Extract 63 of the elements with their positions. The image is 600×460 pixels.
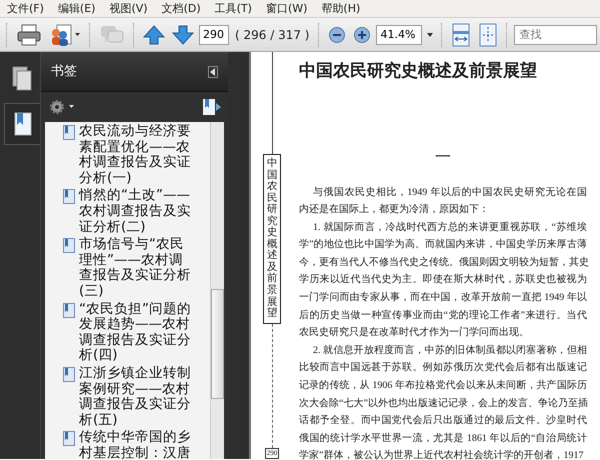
text-line: 与俄国农民史相比，1949 年以后的中国农民史研究无论在国 (312, 186, 587, 200)
down-arrow-icon (172, 24, 194, 46)
up-arrow-icon (143, 24, 165, 46)
bookmark-icon (63, 189, 75, 204)
left-triangle-icon (209, 66, 217, 76)
bookmark-item[interactable]: “农民负担”问题的发展趋势——农村调查报告及实证分析(四) (79, 302, 195, 364)
page-number-field[interactable]: 290 (199, 24, 229, 44)
collapse-panel-button[interactable] (208, 66, 218, 78)
options-button[interactable] (47, 97, 77, 117)
bookmark-item[interactable]: 市场信号与“农民理性”——农村调查报告及实证分析(三) (79, 237, 195, 300)
bookmark-arrow-icon (202, 98, 222, 116)
people-document-icon (49, 22, 81, 46)
text-line: 1. 就国际而言，冷战时代西方总的来讲更重视苏联，“苏维埃 (312, 220, 587, 235)
bookmark-page-icon (12, 111, 32, 137)
bookmark-item[interactable]: 农民流动与经济要素配置优化——农村调查报告及实证分析(一) (79, 124, 195, 186)
zoom-in-icon (353, 26, 372, 44)
text-line: 农民史研究只是在改革时代才作为一门学问而出现。 (299, 326, 530, 340)
zoom-menu-button[interactable] (425, 30, 436, 38)
text-line: 学历来以近代当代史为主。即使在斯大林时代，苏联史也被视为 (299, 272, 587, 288)
bookmark-icon (63, 431, 75, 446)
text-line: 次大会除“七大”以外也均出版速记记录，会上的发言、争论乃至插 (299, 396, 587, 411)
text-line: 后的历史当做一种宣传事业而由“党的理论工作者”来进行。当代 (299, 308, 587, 323)
text-line: 内还是在国际上，都更为冷清，原因如下： (299, 202, 490, 218)
bookmarks-tab[interactable] (4, 103, 40, 145)
bookmark-item[interactable]: 悄然的“土改”——农村调查报告及实证分析(二) (79, 188, 195, 236)
fit-page-icon (478, 22, 498, 46)
bookmark-item[interactable]: 传统中华帝国的乡村基层控制：汉唐 (79, 430, 195, 459)
text-line: 比较而言中国远甚于苏联。例如苏俄历次党代会后都有出版速记 (299, 360, 587, 376)
scrollbar-thumb[interactable] (211, 289, 224, 399)
pages-icon (12, 66, 32, 92)
text-line: 俄国的统计学水平世界一流，尤其是 1861 年以后的“自治局统计 (299, 432, 587, 446)
gear-icon (49, 99, 75, 115)
menu-item[interactable]: 窗口(W) (258, 0, 314, 17)
text-line: 一门学问而由专家从事，而在中国，改革开放前一直把 1949 年以 (299, 290, 587, 306)
fit-width-icon (451, 22, 472, 46)
bookmark-item[interactable]: 江浙乡镇企业转制案例研究——农村调查报告及实证分析(五) (79, 366, 195, 428)
text-line: 今，更有当代人不修当代史之传统。俄国则因文明较为短暂，其史 (299, 256, 587, 270)
menu-item[interactable]: 视图(V) (102, 0, 155, 17)
text-line: 学”的地位也比中国学为高。而就国内来讲，中国史学历来厚古薄 (299, 238, 587, 252)
panel-title: 书签 (51, 62, 77, 81)
spine-label: 中国农民研究史概述及前景展望 (263, 154, 281, 324)
search-field[interactable]: 查找 (514, 24, 597, 44)
menu-item[interactable]: 工具(T) (208, 0, 259, 17)
section-number: 一 (434, 148, 452, 168)
text-line: 记录的传统，从 1906 年布拉格党代会以来从未间断，共产国际历 (299, 378, 587, 394)
scrollbar[interactable] (210, 122, 224, 459)
bookmark-icon (63, 302, 75, 318)
printer-icon (16, 22, 42, 46)
bookmark-icon (63, 366, 75, 382)
menu-item[interactable]: 文件(F) (0, 0, 51, 17)
zoom-field[interactable]: 41.4% (376, 24, 422, 44)
text-line: 学家”群体，被公认为世界上近代农村社会统计学的开创者，1917 (299, 448, 584, 460)
zoom-out-icon (328, 26, 346, 44)
menu-item[interactable]: 编辑(E) (50, 0, 102, 17)
document-title: 中国农民研究史概述及前景展望 (299, 60, 538, 82)
page-count: ( 296 / 317 ) (234, 26, 310, 44)
bookmark-icon (63, 238, 75, 254)
bookmark-icon (63, 125, 75, 140)
text-line: 2. 就信息开放程度而言，中苏的旧体制虽都以闭塞著称，但相 (312, 344, 587, 358)
text-line: 话都予全登。而中国党代会后只出版通过的最后文件。沙皇时代 (299, 414, 587, 428)
menu-item[interactable]: 帮助(H) (314, 0, 368, 17)
caret-icon (427, 32, 434, 36)
menu-item[interactable]: 文档(D) (154, 0, 208, 17)
